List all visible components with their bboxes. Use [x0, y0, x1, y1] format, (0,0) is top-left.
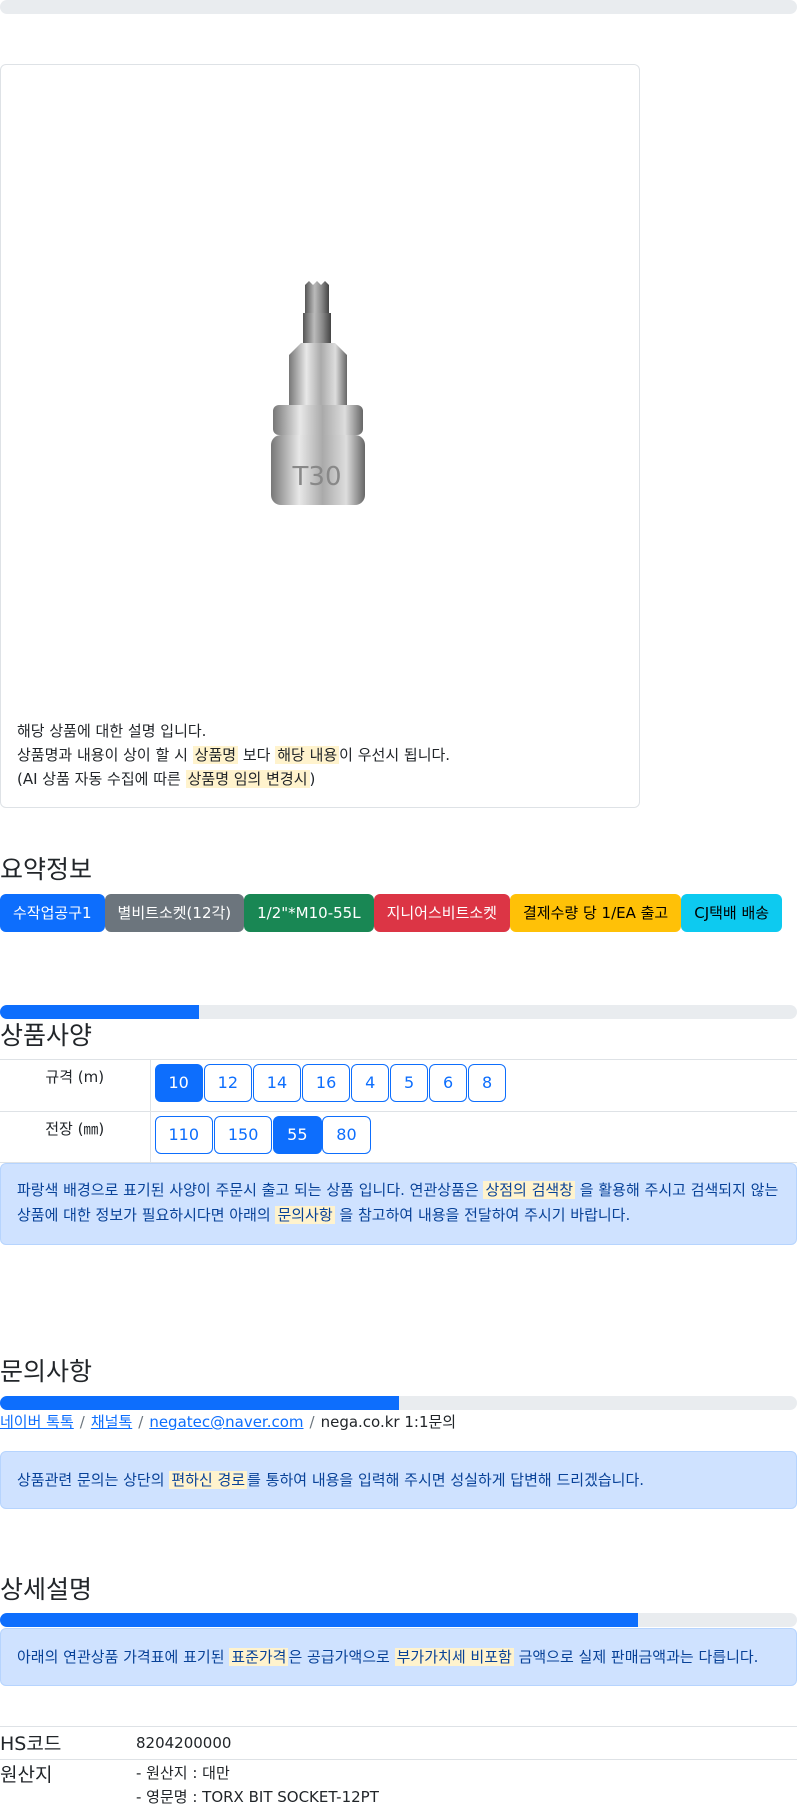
product-card: T30 해당 상품에 대한 설명 입니다. 상품명과 내용이 상이 할 시 상품…: [0, 64, 640, 808]
top-progress: [0, 0, 797, 14]
option-length-110[interactable]: 110: [154, 1116, 214, 1154]
info-origin-line-1: - 원산지 : 대만: [136, 1764, 230, 1782]
detail-notice: 아래의 연관상품 가격표에 표기된 표준가격 은 공급가액으로 부가가치세 비포함…: [0, 1628, 797, 1686]
info-key-origin: 원산지: [0, 1764, 53, 1786]
info-row-hscode: HS코드 8204200000: [0, 1726, 797, 1759]
spec-table: 규격 (m) 10 12 14 16 4 5 6 8 전장 (㎜) 110 15…: [0, 1059, 797, 1163]
link-separator: /: [138, 1413, 144, 1431]
info-origin-line-2: - 영문명 : TORX BIT SOCKET-12PT: [136, 1788, 379, 1806]
torx-bit-socket-image: T30: [271, 281, 365, 505]
inquiry-title: 문의사항: [0, 1357, 93, 1386]
spec-row-length: 전장 (㎜) 110 150 55 80: [0, 1111, 797, 1163]
desc-line-3: (AI 상품 자동 수집에 따른 상품명 임의 변경시): [17, 770, 316, 788]
option-size-5[interactable]: 5: [390, 1064, 429, 1102]
spec-label-length: 전장 (㎜): [0, 1111, 151, 1163]
spec-notice: 파랑색 배경으로 표기된 사양이 주문시 출고 되는 상품 입니다. 연관상품은…: [0, 1163, 797, 1245]
spec-notice-line-2: 상품에 대한 정보가 필요하시다면 아래의 문의사항 을 참고하여 내용을 전달…: [17, 1206, 631, 1224]
info-value-origin: - 원산지 : 대만 - 영문명 : TORX BIT SOCKET-12PT: [136, 1761, 379, 1809]
email-link[interactable]: negatec@naver.com: [149, 1413, 303, 1431]
spec-notice-line-1: 파랑색 배경으로 표기된 사양이 주문시 출고 되는 상품 입니다. 연관상품은…: [17, 1181, 779, 1199]
summary-title: 요약정보: [0, 855, 93, 884]
badge-brand: 지니어스비트소켓: [373, 894, 510, 932]
option-length-80[interactable]: 80: [322, 1116, 371, 1154]
detail-title: 상세설명: [0, 1575, 93, 1604]
option-size-4[interactable]: 4: [351, 1064, 390, 1102]
option-length-150[interactable]: 150: [213, 1116, 273, 1154]
option-size-8[interactable]: 8: [467, 1064, 507, 1102]
detail-notice-text: 아래의 연관상품 가격표에 표기된 표준가격 은 공급가액으로 부가가치세 비포함…: [17, 1648, 759, 1666]
spec-progress: [0, 1005, 797, 1019]
summary-badges: 수작업공구1 별비트소켓(12각) 1/2"*M10-55L 지니어스비트소켓 …: [0, 894, 783, 932]
inquiry-progress: [0, 1396, 797, 1410]
spec-label-size: 규격 (m): [0, 1059, 151, 1112]
badge-category: 수작업공구1: [0, 894, 105, 932]
svg-text:T30: T30: [292, 462, 342, 492]
option-size-12[interactable]: 12: [203, 1064, 252, 1102]
info-value-hscode: 8204200000: [136, 1734, 232, 1752]
spec-row-size: 규격 (m) 10 12 14 16 4 5 6 8: [0, 1059, 797, 1112]
badge-shipping-qty: 결제수량 당 1/EA 출고: [509, 894, 682, 932]
info-row-origin: 원산지 - 원산지 : 대만 - 영문명 : TORX BIT SOCKET-1…: [0, 1759, 797, 1808]
badge-type: 별비트소켓(12각): [104, 894, 245, 932]
link-separator: /: [79, 1413, 85, 1431]
channeltalk-link[interactable]: 채널톡: [91, 1413, 132, 1431]
badge-size: 1/2"*M10-55L: [244, 894, 374, 932]
inquiry-notice: 상품관련 문의는 상단의 편하신 경로 를 통하여 내용을 입력해 주시면 성실하…: [0, 1451, 797, 1509]
site-inquiry-text: nega.co.kr 1:1문의: [320, 1413, 457, 1431]
badge-courier: CJ택배 배송: [681, 894, 783, 932]
naver-talktalk-link[interactable]: 네이버 톡톡: [0, 1413, 74, 1431]
desc-line-2: 상품명과 내용이 상이 할 시 상품명 보다 해당 내용 이 우선시 됩니다.: [17, 746, 451, 764]
product-description: 해당 상품에 대한 설명 입니다. 상품명과 내용이 상이 할 시 상품명 보다…: [17, 719, 450, 791]
option-length-55[interactable]: 55: [273, 1116, 322, 1154]
option-size-14[interactable]: 14: [252, 1064, 302, 1102]
info-key-hscode: HS코드: [0, 1733, 62, 1755]
link-separator: /: [309, 1413, 315, 1431]
spec-title: 상품사양: [0, 1021, 93, 1050]
option-size-16[interactable]: 16: [301, 1064, 351, 1102]
option-size-10[interactable]: 10: [154, 1064, 203, 1102]
inquiry-links: 네이버 톡톡 / 채널톡 / negatec@naver.com / nega.co.kr …: [0, 1411, 456, 1432]
detail-progress: [0, 1613, 797, 1627]
inquiry-notice-text: 상품관련 문의는 상단의 편하신 경로 를 통하여 내용을 입력해 주시면 성실하…: [17, 1471, 645, 1489]
option-size-6[interactable]: 6: [429, 1064, 468, 1102]
desc-line-1: 해당 상품에 대한 설명 입니다.: [17, 722, 207, 740]
